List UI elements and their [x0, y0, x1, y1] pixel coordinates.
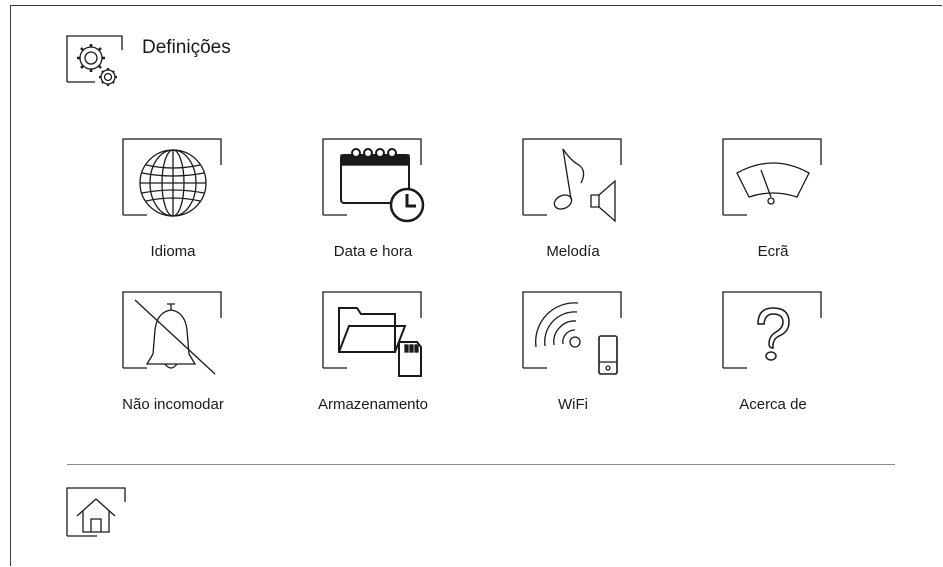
page-title: Definições — [142, 37, 231, 58]
menu-item-melodia[interactable]: Melodía — [503, 138, 643, 260]
calendar-clock-icon — [322, 138, 425, 223]
bell-muted-icon — [122, 291, 222, 375]
footer-divider — [67, 464, 895, 465]
globe-icon — [122, 138, 222, 217]
menu-item-label: Ecrã — [757, 243, 789, 260]
menu-item-idioma[interactable]: Idioma — [103, 138, 243, 260]
menu-item-label: Idioma — [150, 243, 196, 260]
menu-item-label: Melodía — [546, 243, 600, 260]
menu-item-label: WiFi — [558, 396, 588, 413]
menu-item-wifi[interactable]: WiFi — [503, 291, 643, 413]
home-button[interactable] — [66, 487, 129, 538]
home-icon — [66, 487, 126, 537]
folder-sdcard-icon — [322, 291, 422, 377]
menu-item-data-hora[interactable]: Data e hora — [303, 138, 443, 260]
screen-gauge-icon — [722, 138, 822, 216]
menu-item-nao-incomodar[interactable]: Não incomodar — [103, 291, 243, 413]
settings-gears-icon — [66, 35, 127, 92]
wifi-phone-icon — [522, 291, 622, 375]
screen-frame — [10, 5, 942, 566]
question-mark-icon — [722, 291, 822, 369]
menu-item-label: Data e hora — [333, 243, 413, 260]
menu-item-label: Não incomodar — [122, 396, 224, 413]
music-note-speaker-icon — [522, 138, 622, 223]
menu-item-ecra[interactable]: Ecrã — [703, 138, 843, 260]
menu-item-armazenamento[interactable]: Armazenamento — [303, 291, 443, 413]
menu-item-acerca[interactable]: Acerca de — [703, 291, 843, 413]
menu-item-label: Acerca de — [739, 396, 807, 413]
menu-item-label: Armazenamento — [317, 396, 429, 413]
